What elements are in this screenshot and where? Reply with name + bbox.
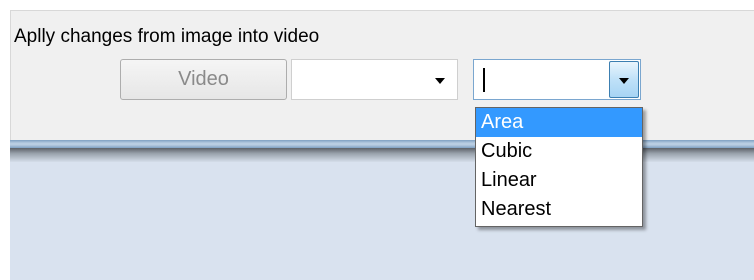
video-button[interactable]: Video — [120, 59, 287, 100]
dropdown-option-linear[interactable]: Linear — [476, 166, 642, 195]
chevron-down-icon — [619, 78, 629, 84]
first-combobox[interactable] — [291, 59, 458, 100]
chevron-down-icon[interactable] — [435, 78, 445, 84]
panel-title: Aplly changes from image into video — [14, 26, 320, 47]
dropdown-option-area[interactable]: Area — [476, 108, 642, 137]
interpolation-combobox[interactable] — [473, 59, 641, 100]
text-caret — [483, 68, 485, 92]
interpolation-dropdown-list: Area Cubic Linear Nearest — [475, 107, 643, 227]
dropdown-option-nearest[interactable]: Nearest — [476, 195, 642, 224]
dropdown-option-cubic[interactable]: Cubic — [476, 137, 642, 166]
dropdown-button[interactable] — [609, 61, 639, 98]
